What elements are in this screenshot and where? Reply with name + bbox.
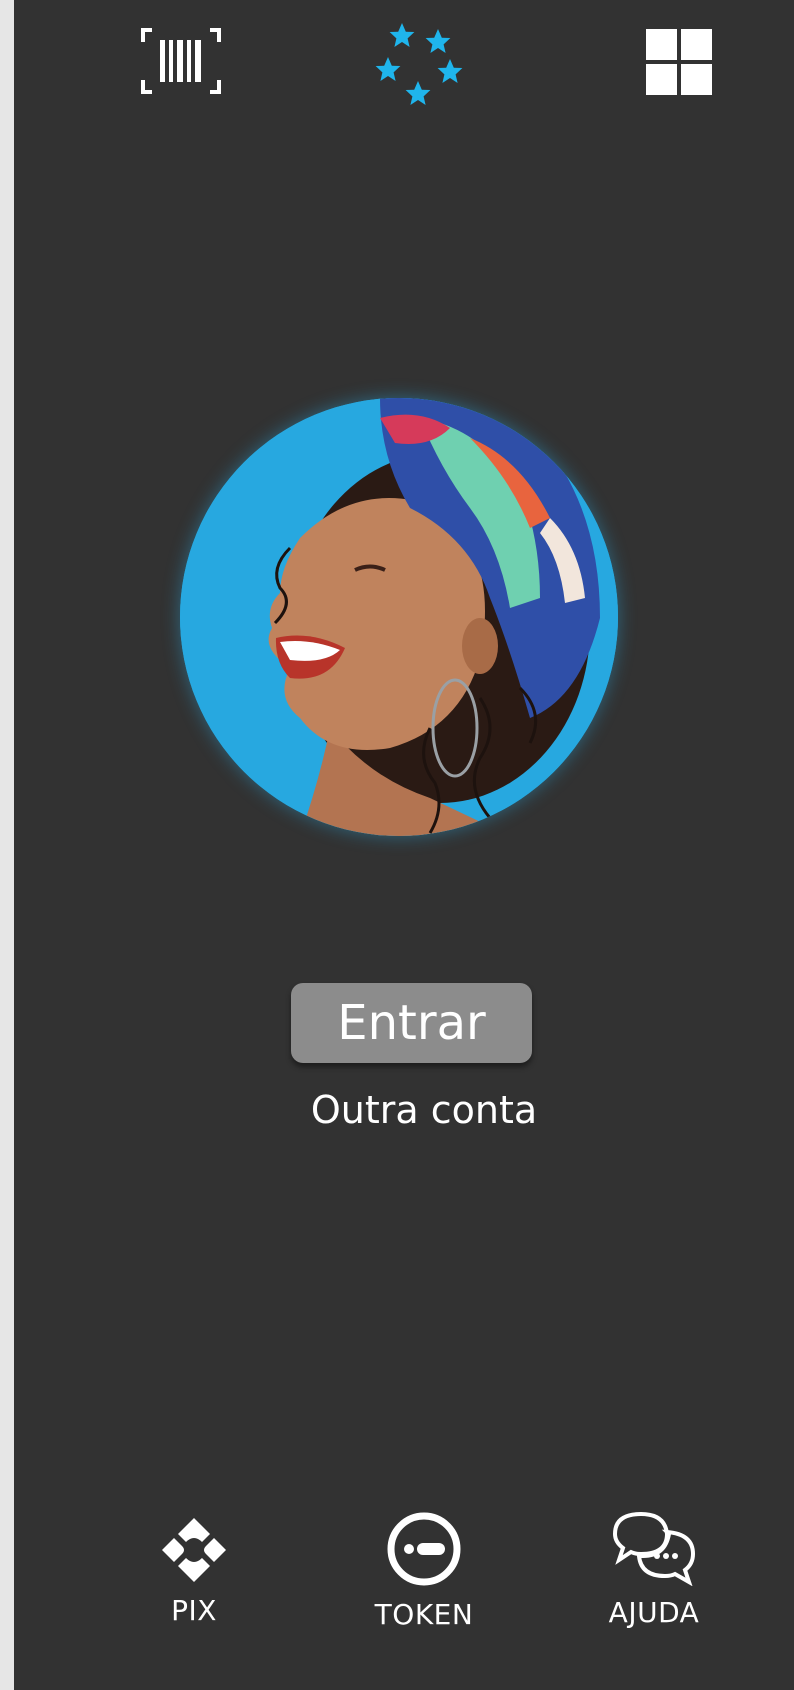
login-screen: Entrar Outra conta PIX TOKEN AJUDA [14, 0, 794, 1690]
other-account-link[interactable]: Outra conta [234, 1088, 614, 1132]
chat-help-icon [613, 1511, 695, 1586]
token-icon [387, 1512, 461, 1586]
user-avatar [180, 398, 618, 836]
pix-icon [162, 1518, 226, 1582]
barcode-scan-icon[interactable] [140, 28, 222, 94]
nav-label-token: TOKEN [374, 1598, 474, 1631]
nav-item-pix[interactable]: PIX [114, 1516, 274, 1627]
apps-grid-icon[interactable] [646, 29, 712, 95]
nav-item-token[interactable]: TOKEN [334, 1510, 514, 1631]
nav-label-help: AJUDA [608, 1596, 700, 1629]
user-avatar-photo [180, 398, 618, 836]
enter-button[interactable]: Entrar [291, 983, 532, 1063]
nav-item-help[interactable]: AJUDA [574, 1510, 734, 1629]
stars-logo-icon [372, 20, 468, 108]
nav-label-pix: PIX [171, 1594, 217, 1627]
